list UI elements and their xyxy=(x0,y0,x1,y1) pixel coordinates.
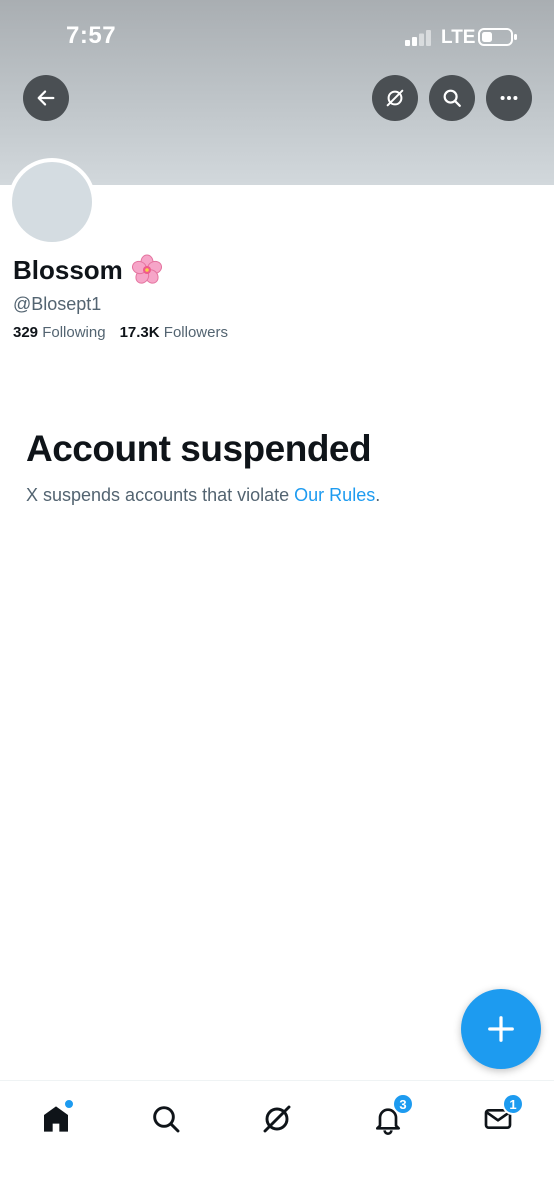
cherry-blossom-icon xyxy=(131,254,162,284)
grok-icon xyxy=(263,1105,291,1133)
grok-button[interactable] xyxy=(372,75,418,121)
signal-icon xyxy=(405,30,431,46)
home-new-dot xyxy=(64,1099,74,1109)
status-bar: 7:57 LTE xyxy=(0,0,554,70)
network-type: LTE xyxy=(441,27,476,48)
avatar[interactable] xyxy=(8,158,96,246)
display-name: Blossom xyxy=(13,254,123,285)
following-label: Following xyxy=(42,324,106,341)
handle: @Blosept1 xyxy=(13,294,102,314)
following-count: 329 xyxy=(13,324,39,341)
suspension-message-end: . xyxy=(375,485,381,505)
display-name-row: Blossom xyxy=(13,254,163,286)
avatar-placeholder xyxy=(12,162,92,242)
arrow-left-icon xyxy=(37,90,55,106)
nav-messages[interactable]: 1 xyxy=(476,1093,524,1141)
suspension-title: Account suspended xyxy=(26,428,372,469)
followers-link[interactable]: 17.3K Followers xyxy=(120,324,228,341)
grok-icon xyxy=(386,89,404,107)
followers-label: Followers xyxy=(163,324,228,341)
search-button[interactable] xyxy=(429,75,475,121)
nav-notifications[interactable]: 3 xyxy=(366,1093,414,1141)
messages-badge: 1 xyxy=(502,1093,524,1115)
compose-post-button[interactable] xyxy=(461,989,541,1069)
notifications-badge: 3 xyxy=(392,1093,414,1115)
back-button[interactable] xyxy=(23,75,69,121)
suspension-message-text: X suspends accounts that violate xyxy=(26,485,295,505)
following-link[interactable]: 329 Following xyxy=(13,324,106,341)
plus-icon xyxy=(488,1016,514,1042)
nav-search[interactable] xyxy=(144,1097,188,1141)
battery-icon xyxy=(478,28,517,46)
nav-home[interactable] xyxy=(34,1097,78,1141)
more-icon xyxy=(500,95,518,101)
our-rules-link[interactable]: Our Rules xyxy=(294,485,375,505)
more-options-button[interactable] xyxy=(486,75,532,121)
bottom-navigation: 3 1 xyxy=(0,1080,554,1199)
nav-grok[interactable] xyxy=(255,1097,299,1141)
follow-stats: 329 Following 17.3K Followers xyxy=(13,324,228,341)
followers-count: 17.3K xyxy=(119,324,160,341)
status-time: 7:57 xyxy=(66,22,117,49)
suspension-message: X suspends accounts that violate Our Rul… xyxy=(26,485,380,506)
search-icon xyxy=(443,89,461,107)
search-icon xyxy=(153,1106,180,1133)
